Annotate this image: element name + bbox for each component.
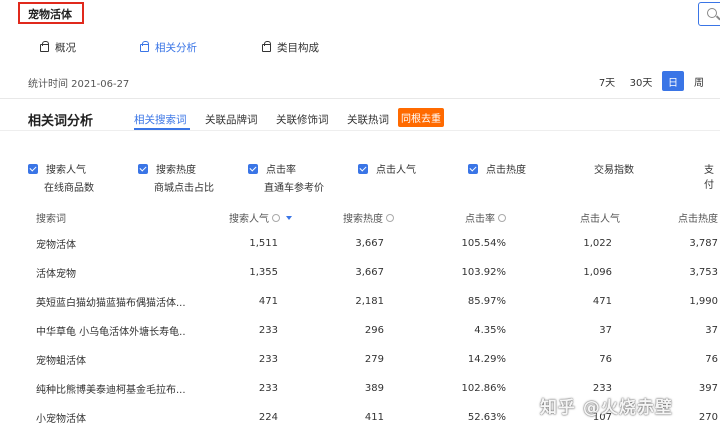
subnav-category-composition[interactable]: 类目构成: [262, 40, 319, 55]
table-row[interactable]: 宠物活体 1,511 3,667 105.54% 1,022 3,787: [0, 229, 720, 258]
column-header-search-popularity[interactable]: 搜索人气: [220, 210, 292, 225]
cell-click-rate: 102.86%: [461, 383, 507, 394]
tab-divider: [0, 130, 720, 131]
cell-click-rate: 103.92%: [461, 267, 507, 278]
cell-search-heat: 3,667: [355, 238, 384, 249]
checkbox-checked[interactable]: [28, 163, 38, 174]
metric-search-heat[interactable]: 搜索热度: [138, 161, 196, 176]
table-row[interactable]: 活体宠物 1,355 3,667 103.92% 1,096 3,753: [0, 258, 720, 287]
cell-search-word[interactable]: 宠物活体: [36, 229, 186, 258]
column-header-search-heat[interactable]: 搜索热度: [320, 210, 394, 225]
header-area: 宠物活体 概况 相关分析 类目构成 统计时间 2021-06-27 7天 30天…: [0, 0, 720, 100]
column-header-search-word: 搜索词: [36, 214, 66, 225]
cell-search-word[interactable]: 宠物蛆活体: [36, 345, 186, 374]
cell-search-word[interactable]: 活体宠物: [36, 258, 186, 287]
metric-click-heat[interactable]: 点击热度: [468, 161, 526, 176]
bag-icon: [140, 40, 149, 52]
cell-search-word[interactable]: 纯种比熊博美泰迪柯基金毛拉布...: [36, 374, 186, 403]
checkbox-checked[interactable]: [468, 163, 478, 174]
metric-click-rate[interactable]: 点击率: [248, 161, 296, 176]
checkbox-checked[interactable]: [138, 163, 148, 174]
cell-search-heat: 279: [364, 354, 384, 365]
metric-search-popularity[interactable]: 搜索人气: [28, 161, 86, 176]
cell-click-rate: 14.29%: [467, 354, 506, 365]
metric-click-popularity[interactable]: 点击人气: [358, 161, 416, 176]
cell-search-heat: 296: [364, 325, 384, 336]
tab-related-brand-words[interactable]: 关联品牌词: [205, 112, 258, 127]
cell-click-rate: 52.63%: [467, 412, 506, 423]
cell-search-popularity: 233: [258, 383, 278, 394]
search-icon: [707, 8, 717, 18]
info-icon[interactable]: [272, 213, 280, 222]
search-button[interactable]: [698, 2, 720, 26]
range-day[interactable]: 日: [662, 71, 684, 91]
tab-related-modifier-words[interactable]: 关联修饰词: [276, 112, 329, 127]
cell-click-popularity: 76: [599, 354, 612, 365]
section-title: 相关词分析: [28, 114, 94, 129]
cell-click-heat: 3,753: [689, 267, 718, 278]
cell-search-popularity: 224: [258, 412, 278, 423]
bag-icon: [40, 40, 49, 52]
subnav-overview[interactable]: 概况: [40, 40, 76, 55]
cell-click-heat: 1,990: [689, 296, 718, 307]
cell-click-popularity: 1,022: [583, 238, 612, 249]
cell-search-heat: 2,181: [355, 296, 384, 307]
table-row[interactable]: 中华草龟 小乌龟活体外塘长寿龟... 233 296 4.35% 37 37: [0, 316, 720, 345]
cell-click-heat: 3,787: [689, 238, 718, 249]
cell-click-rate: 4.35%: [474, 325, 506, 336]
cell-search-popularity: 1,355: [249, 267, 278, 278]
info-icon[interactable]: [386, 213, 394, 222]
keyword-title: 宠物活体: [18, 2, 84, 24]
cell-search-popularity: 1,511: [249, 238, 278, 249]
tab-related-hot-words[interactable]: 关联热词: [347, 112, 389, 127]
table-row[interactable]: 英短蓝白猫幼猫蓝猫布偶猫活体... 471 2,181 85.97% 471 1…: [0, 287, 720, 316]
range-week[interactable]: 周: [688, 71, 710, 91]
cell-click-popularity: 471: [592, 296, 612, 307]
cell-click-heat: 76: [705, 354, 718, 365]
checkbox-checked[interactable]: [248, 163, 258, 174]
subnav-related-analysis[interactable]: 相关分析: [140, 40, 197, 55]
cell-search-popularity: 471: [258, 296, 278, 307]
cell-search-word[interactable]: 英短蓝白猫幼猫蓝猫布偶猫活体...: [36, 287, 186, 316]
metric-mall-click-share[interactable]: 商城点击占比: [154, 179, 214, 194]
info-icon[interactable]: [498, 213, 506, 222]
metric-ztc-reference-price[interactable]: 直通车参考价: [264, 179, 324, 194]
divider: [0, 98, 720, 99]
cell-click-popularity: 1,096: [583, 267, 612, 278]
cell-search-popularity: 233: [258, 354, 278, 365]
range-30days[interactable]: 30天: [626, 71, 656, 91]
cell-click-popularity: 37: [599, 325, 612, 336]
cell-click-rate: 105.54%: [461, 238, 507, 249]
dedupe-button[interactable]: 同根去重: [398, 108, 444, 127]
cell-click-heat: 37: [705, 325, 718, 336]
sort-desc-icon[interactable]: [286, 215, 292, 220]
cell-search-heat: 389: [364, 383, 384, 394]
metric-payment[interactable]: 支付: [704, 161, 720, 191]
cell-search-heat: 411: [364, 412, 384, 423]
tab-related-search-words[interactable]: 相关搜索词: [134, 112, 187, 127]
cell-search-word[interactable]: 中华草龟 小乌龟活体外塘长寿龟...: [36, 316, 186, 345]
column-header-click-popularity[interactable]: 点击人气: [560, 210, 620, 225]
watermark: 知乎 @火烧赤壁: [540, 398, 673, 418]
checkbox-checked[interactable]: [358, 163, 368, 174]
metric-transaction-index[interactable]: 交易指数: [594, 161, 634, 176]
cell-search-popularity: 233: [258, 325, 278, 336]
table-row[interactable]: 宠物蛆活体 233 279 14.29% 76 76: [0, 345, 720, 374]
stat-time: 统计时间 2021-06-27: [28, 79, 130, 90]
metric-online-products[interactable]: 在线商品数: [44, 179, 94, 194]
cell-search-word[interactable]: 小宠物活体: [36, 403, 186, 431]
cell-search-heat: 3,667: [355, 267, 384, 278]
range-7days[interactable]: 7天: [594, 71, 620, 91]
column-header-click-rate[interactable]: 点击率: [440, 210, 506, 225]
column-header-click-heat[interactable]: 点击热度: [660, 210, 718, 225]
cell-click-rate: 85.97%: [467, 296, 506, 307]
bag-icon: [262, 40, 271, 52]
sub-navigation: 概况 相关分析 类目构成: [0, 40, 720, 56]
